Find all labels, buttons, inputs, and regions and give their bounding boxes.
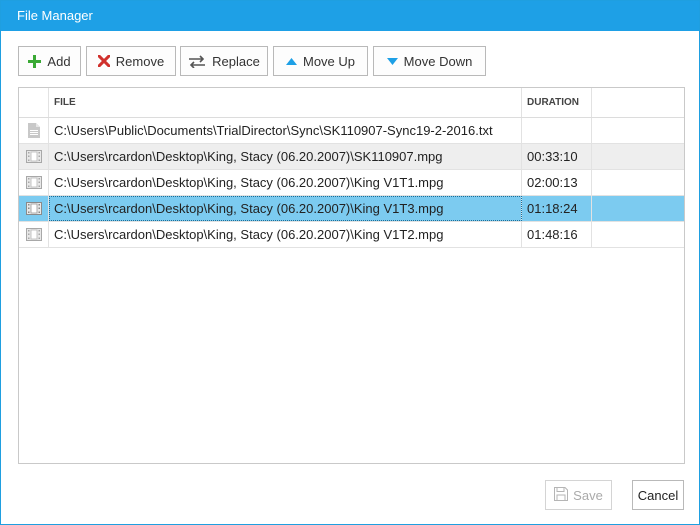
header-filler	[592, 88, 684, 117]
save-button[interactable]: Save	[545, 480, 612, 510]
row-filler	[592, 170, 684, 195]
file-column-header[interactable]: FILE	[49, 88, 522, 117]
file-path-cell: C:\Users\rcardon\Desktop\King, Stacy (06…	[49, 196, 522, 221]
remove-button[interactable]: Remove	[86, 46, 176, 76]
file-path-cell: C:\Users\rcardon\Desktop\King, Stacy (06…	[49, 144, 522, 169]
move-down-button-label: Move Down	[403, 53, 473, 69]
document-icon	[19, 118, 49, 143]
table-row-selected[interactable]: C:\Users\rcardon\Desktop\King, Stacy (06…	[19, 196, 684, 222]
cancel-button-label: Cancel	[637, 487, 679, 503]
swap-arrows-icon	[188, 54, 206, 68]
floppy-disk-icon	[554, 486, 569, 504]
move-up-button[interactable]: Move Up	[273, 46, 368, 76]
film-icon	[19, 144, 49, 169]
row-filler	[592, 222, 684, 247]
move-up-button-label: Move Up	[302, 53, 356, 69]
plus-icon	[28, 54, 42, 68]
replace-button[interactable]: Replace	[180, 46, 268, 76]
header-icon-column	[19, 88, 49, 117]
table-row[interactable]: C:\Users\rcardon\Desktop\King, Stacy (06…	[19, 170, 684, 196]
replace-button-label: Replace	[212, 53, 260, 69]
triangle-up-icon	[285, 57, 297, 65]
row-filler	[592, 118, 684, 143]
table-row[interactable]: C:\Users\rcardon\Desktop\King, Stacy (06…	[19, 144, 684, 170]
table-row[interactable]: C:\Users\rcardon\Desktop\King, Stacy (06…	[19, 222, 684, 248]
table-row[interactable]: C:\Users\Public\Documents\TrialDirector\…	[19, 118, 684, 144]
row-filler	[592, 144, 684, 169]
film-icon	[19, 170, 49, 195]
duration-cell: 01:18:24	[522, 196, 592, 221]
film-icon	[19, 222, 49, 247]
file-path-cell: C:\Users\rcardon\Desktop\King, Stacy (06…	[49, 222, 522, 247]
file-manager-window: File Manager Add Remove Replace Move Up …	[0, 0, 700, 525]
duration-cell: 01:48:16	[522, 222, 592, 247]
file-grid: FILE DURATION C:\Users\Public\Documents\…	[18, 87, 685, 464]
film-icon	[19, 196, 49, 221]
file-path-cell: C:\Users\Public\Documents\TrialDirector\…	[49, 118, 522, 143]
row-filler	[592, 196, 684, 221]
duration-cell: 02:00:13	[522, 170, 592, 195]
duration-cell	[522, 118, 592, 143]
x-icon	[97, 55, 110, 67]
duration-column-header[interactable]: DURATION	[522, 88, 592, 117]
window-title: File Manager	[17, 8, 93, 23]
cancel-button[interactable]: Cancel	[632, 480, 684, 510]
duration-cell: 00:33:10	[522, 144, 592, 169]
move-down-button[interactable]: Move Down	[373, 46, 486, 76]
remove-button-label: Remove	[115, 53, 165, 69]
grid-header: FILE DURATION	[19, 88, 684, 118]
title-bar: File Manager	[1, 1, 699, 31]
file-path-cell: C:\Users\rcardon\Desktop\King, Stacy (06…	[49, 170, 522, 195]
add-button[interactable]: Add	[18, 46, 81, 76]
add-button-label: Add	[47, 53, 71, 69]
save-button-label: Save	[573, 487, 603, 503]
triangle-down-icon	[386, 57, 398, 65]
